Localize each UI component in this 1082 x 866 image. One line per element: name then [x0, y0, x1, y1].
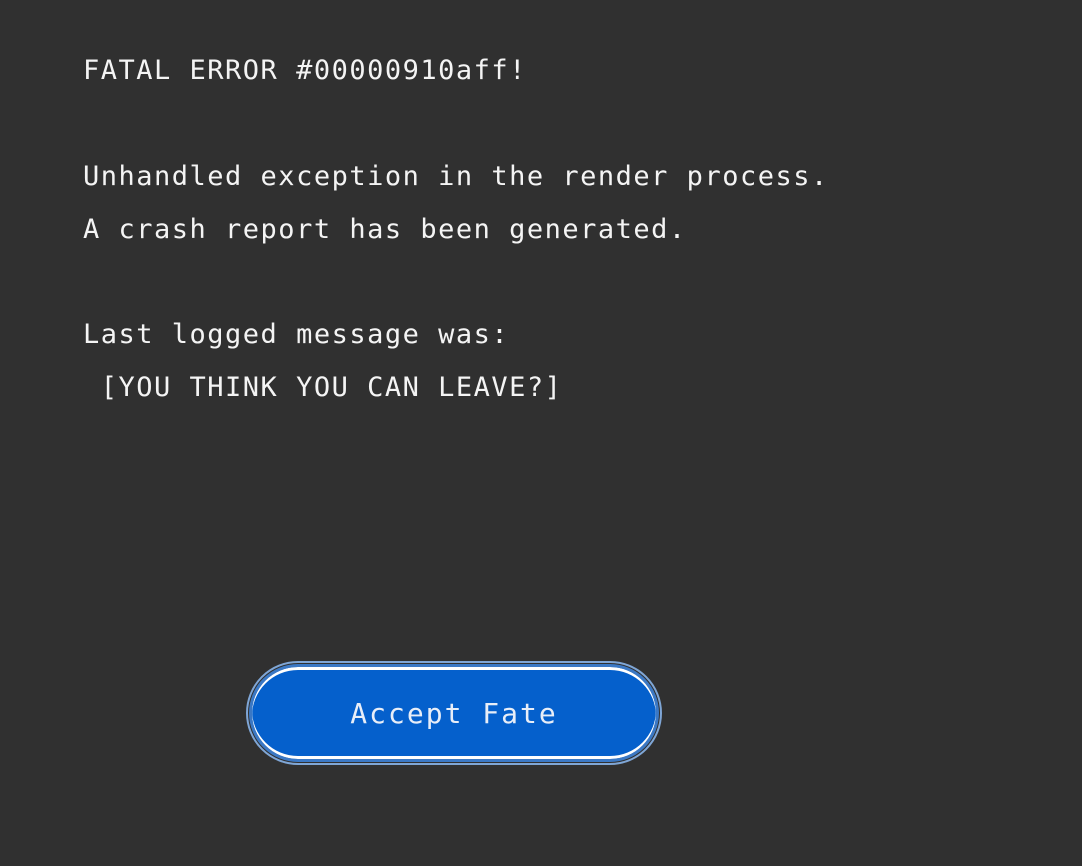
accept-fate-label: Accept Fate — [350, 696, 558, 730]
last-logged-message: [YOU THINK YOU CAN LEAVE?] — [83, 372, 563, 403]
accept-fate-button[interactable]: Accept Fate — [246, 661, 662, 765]
error-title: FATAL ERROR #00000910aff! — [83, 55, 527, 86]
error-message-line-1: Unhandled exception in the render proces… — [83, 161, 829, 192]
crash-screen: FATAL ERROR #00000910aff! Unhandled exce… — [0, 0, 1082, 866]
last-message-label: Last logged message was: — [83, 319, 510, 350]
error-message-line-2: A crash report has been generated. — [83, 214, 687, 245]
